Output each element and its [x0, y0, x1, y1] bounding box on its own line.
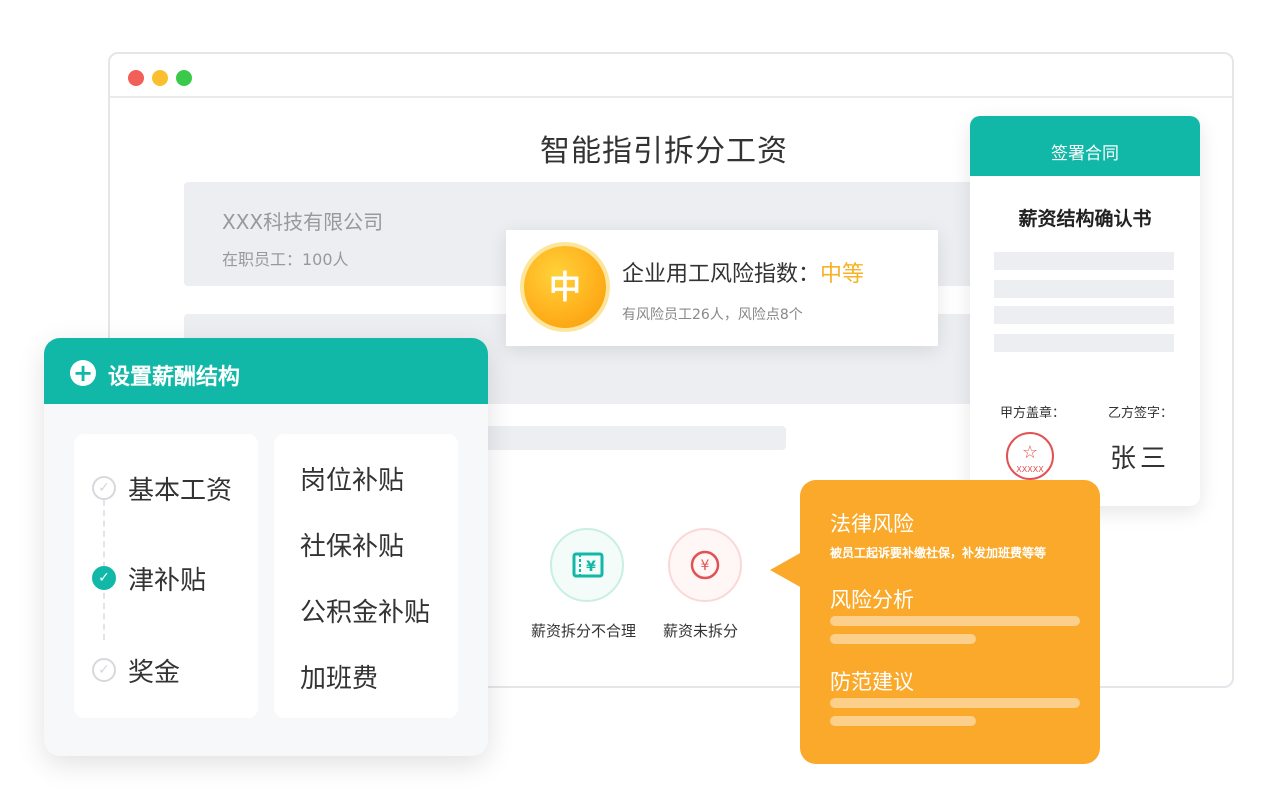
allowance-item[interactable]: 加班费 [300, 658, 378, 695]
contract-text-line [994, 252, 1174, 270]
party-a-label: 甲方盖章： [1000, 406, 1066, 421]
allowance-item[interactable]: 岗位补贴 [300, 460, 404, 497]
contract-card[interactable]: 签署合同 薪资结构确认书 甲方盖章： 乙方签字： ☆ XXXXX 张三 [970, 116, 1200, 506]
unreasonable-split-label: 薪资拆分不合理 [531, 622, 637, 640]
contract-text-line [994, 306, 1174, 324]
salary-base-column: ✓ 基本工资 ✓ 津补贴 ✓ 奖金 [74, 434, 258, 718]
contract-title: 薪资结构确认书 [1018, 208, 1152, 230]
salary-panel-title: 设置薪酬结构 [108, 365, 241, 390]
prevention-advice-title: 防范建议 [830, 670, 914, 694]
page-title: 智能指引拆分工资 [540, 134, 788, 169]
risk-index-title: 企业用工风险指数：中等 [622, 256, 864, 288]
check-icon[interactable]: ✓ [92, 566, 116, 590]
legal-risk-desc: 被员工起诉要补缴社保，补发加班费等等 [830, 546, 1047, 560]
risk-summary: 有风险员工26人，风险点8个 [622, 307, 803, 323]
maximize-window-dot[interactable] [176, 70, 192, 86]
check-icon[interactable]: ✓ [92, 658, 116, 682]
salary-panel-header[interactable]: + 设置薪酬结构 [44, 338, 488, 404]
company-name: XXX科技有限公司 [222, 210, 384, 234]
svg-text:¥: ¥ [701, 558, 710, 574]
contract-text-line [994, 280, 1174, 298]
unsplit-salary-label: 薪资未拆分 [663, 622, 739, 640]
party-b-signature: 张三 [1110, 444, 1171, 474]
salary-item-label[interactable]: 津补贴 [128, 560, 206, 597]
placeholder-bar [470, 426, 786, 450]
contract-header[interactable]: 签署合同 [970, 116, 1200, 176]
risk-level-badge: 中 [524, 246, 606, 328]
seal-text: XXXXX [1016, 465, 1044, 474]
minimize-window-dot[interactable] [152, 70, 168, 86]
salary-item-label[interactable]: 奖金 [128, 652, 180, 689]
unreasonable-split-icon[interactable]: ¥ [550, 528, 624, 602]
risk-analysis-title: 风险分析 [830, 588, 914, 612]
bubble-pointer [770, 552, 802, 588]
salary-item-label[interactable]: 基本工资 [128, 470, 232, 507]
ticket-icon: ¥ [572, 552, 604, 578]
window-titlebar [110, 54, 1232, 98]
svg-text:¥: ¥ [586, 559, 596, 575]
legal-risk-title: 法律风险 [830, 512, 914, 536]
yen-icon: ¥ [690, 550, 720, 580]
legal-risk-bubble: 法律风险 被员工起诉要补缴社保，补发加班费等等 风险分析 防范建议 [770, 480, 1100, 764]
close-window-dot[interactable] [128, 70, 144, 86]
allowance-item[interactable]: 公积金补贴 [300, 592, 430, 629]
risk-index-label: 企业用工风险指数： [622, 262, 821, 287]
salary-structure-panel: + 设置薪酬结构 ✓ 基本工资 ✓ 津补贴 ✓ 奖金 岗位补贴 社保补贴 公积金… [44, 338, 488, 756]
company-seal-icon: ☆ XXXXX [1006, 432, 1054, 480]
risk-index-card: 中 企业用工风险指数：中等 有风险员工26人，风险点8个 [506, 230, 938, 346]
unsplit-salary-icon[interactable]: ¥ [668, 528, 742, 602]
text-placeholder-line [830, 716, 976, 726]
text-placeholder-line [830, 616, 1080, 626]
company-staff-count: 在职员工：100人 [222, 250, 349, 269]
check-icon[interactable]: ✓ [92, 476, 116, 500]
allowance-item[interactable]: 社保补贴 [300, 526, 404, 563]
text-placeholder-line [830, 634, 976, 644]
contract-text-line [994, 334, 1174, 352]
allowance-column: 岗位补贴 社保补贴 公积金补贴 加班费 [274, 434, 458, 718]
seal-star-icon: ☆ [1021, 442, 1039, 463]
risk-level-value: 中等 [820, 262, 865, 287]
party-b-label: 乙方签字： [1108, 406, 1174, 421]
text-placeholder-line [830, 698, 1080, 708]
plus-icon[interactable]: + [70, 360, 96, 386]
